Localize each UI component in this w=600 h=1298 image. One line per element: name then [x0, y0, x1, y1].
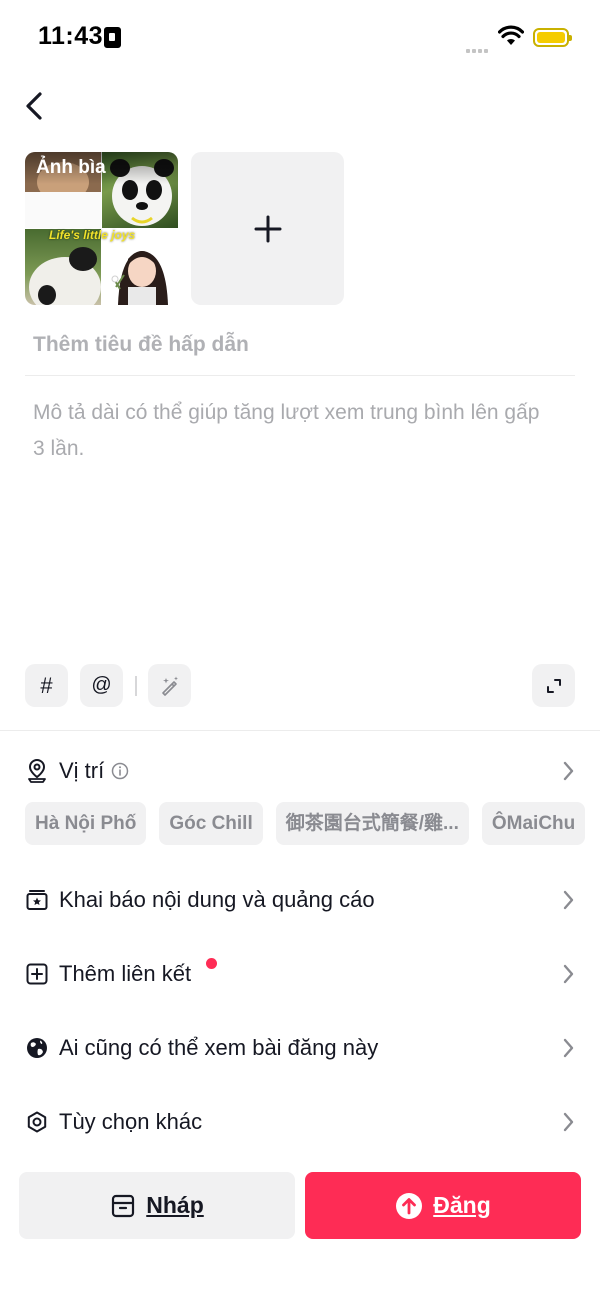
section-divider — [0, 730, 600, 731]
ai-assist-button[interactable] — [148, 664, 191, 707]
location-chip[interactable]: ÔMaiChu — [481, 802, 586, 845]
privacy-row[interactable]: Ai cũng có thể xem bài đăng này — [25, 1028, 580, 1068]
expand-button[interactable] — [532, 664, 575, 707]
location-chip[interactable]: Hà Nội Phố — [25, 802, 147, 845]
title-input[interactable]: Thêm tiêu đề hấp dẫn — [33, 333, 249, 357]
draft-button[interactable]: Nháp — [19, 1172, 295, 1239]
divider — [25, 375, 575, 376]
mention-button[interactable]: @ — [80, 664, 123, 707]
back-icon[interactable] — [22, 90, 50, 122]
globe-icon — [25, 1036, 49, 1060]
info-icon[interactable] — [111, 762, 129, 780]
cover-image[interactable]: Ảnh bìa Life's little joys — [25, 152, 178, 305]
location-chip[interactable]: Góc Chill — [159, 802, 263, 845]
upload-arrow-icon — [396, 1192, 423, 1219]
chevron-right-icon — [563, 1112, 574, 1132]
new-badge-dot — [206, 958, 217, 969]
add-link-label: Thêm liên kết — [59, 961, 192, 986]
chevron-right-icon — [563, 761, 574, 781]
hashtag-button[interactable]: # — [25, 664, 68, 707]
description-input[interactable]: Mô tả dài có thể giúp tăng lượt xem trun… — [33, 395, 553, 467]
ad-disclosure-icon — [25, 888, 49, 912]
location-chip[interactable]: 御茶園台式簡餐/雞... — [275, 802, 469, 845]
battery-icon — [533, 28, 572, 47]
add-link-row[interactable]: Thêm liên kết — [25, 954, 580, 994]
post-button-label: Đăng — [433, 1192, 491, 1218]
sim-card-icon — [104, 27, 121, 48]
chevron-right-icon — [563, 1038, 574, 1058]
add-media-button[interactable] — [191, 152, 344, 305]
location-pin-icon — [25, 758, 49, 783]
toolbar-separator — [135, 676, 137, 696]
content-disclosure-label: Khai báo nội dung và quảng cáo — [59, 887, 375, 912]
draft-box-icon — [112, 1194, 135, 1217]
chevron-right-icon — [563, 890, 574, 910]
gear-icon — [25, 1110, 49, 1134]
content-disclosure-row[interactable]: Khai báo nội dung và quảng cáo — [25, 880, 580, 920]
draft-button-label: Nháp — [146, 1192, 204, 1218]
more-options-label: Tùy chọn khác — [59, 1109, 203, 1134]
chevron-right-icon — [563, 964, 574, 984]
cover-label: Ảnh bìa — [25, 152, 178, 184]
location-suggestions: Hà Nội Phố Góc Chill 御茶園台式簡餐/雞... ÔMaiChu — [25, 802, 600, 845]
location-label: Vị trí — [59, 758, 105, 783]
more-options-row[interactable]: Tùy chọn khác — [25, 1102, 580, 1142]
magic-wand-icon — [161, 676, 178, 696]
wifi-icon — [498, 25, 524, 45]
expand-icon — [546, 678, 561, 693]
mention-icon: @ — [91, 674, 112, 696]
cover-overlay-text: Life's little joys — [49, 228, 136, 242]
status-time: 11:43 — [38, 22, 104, 50]
privacy-label: Ai cũng có thể xem bài đăng này — [59, 1035, 379, 1060]
location-row[interactable]: Vị trí — [25, 751, 580, 791]
hashtag-icon: # — [40, 672, 53, 698]
cellular-signal-icon — [466, 40, 490, 58]
add-link-icon — [25, 962, 49, 986]
plus-icon — [254, 215, 281, 242]
post-button[interactable]: Đăng — [305, 1172, 581, 1239]
